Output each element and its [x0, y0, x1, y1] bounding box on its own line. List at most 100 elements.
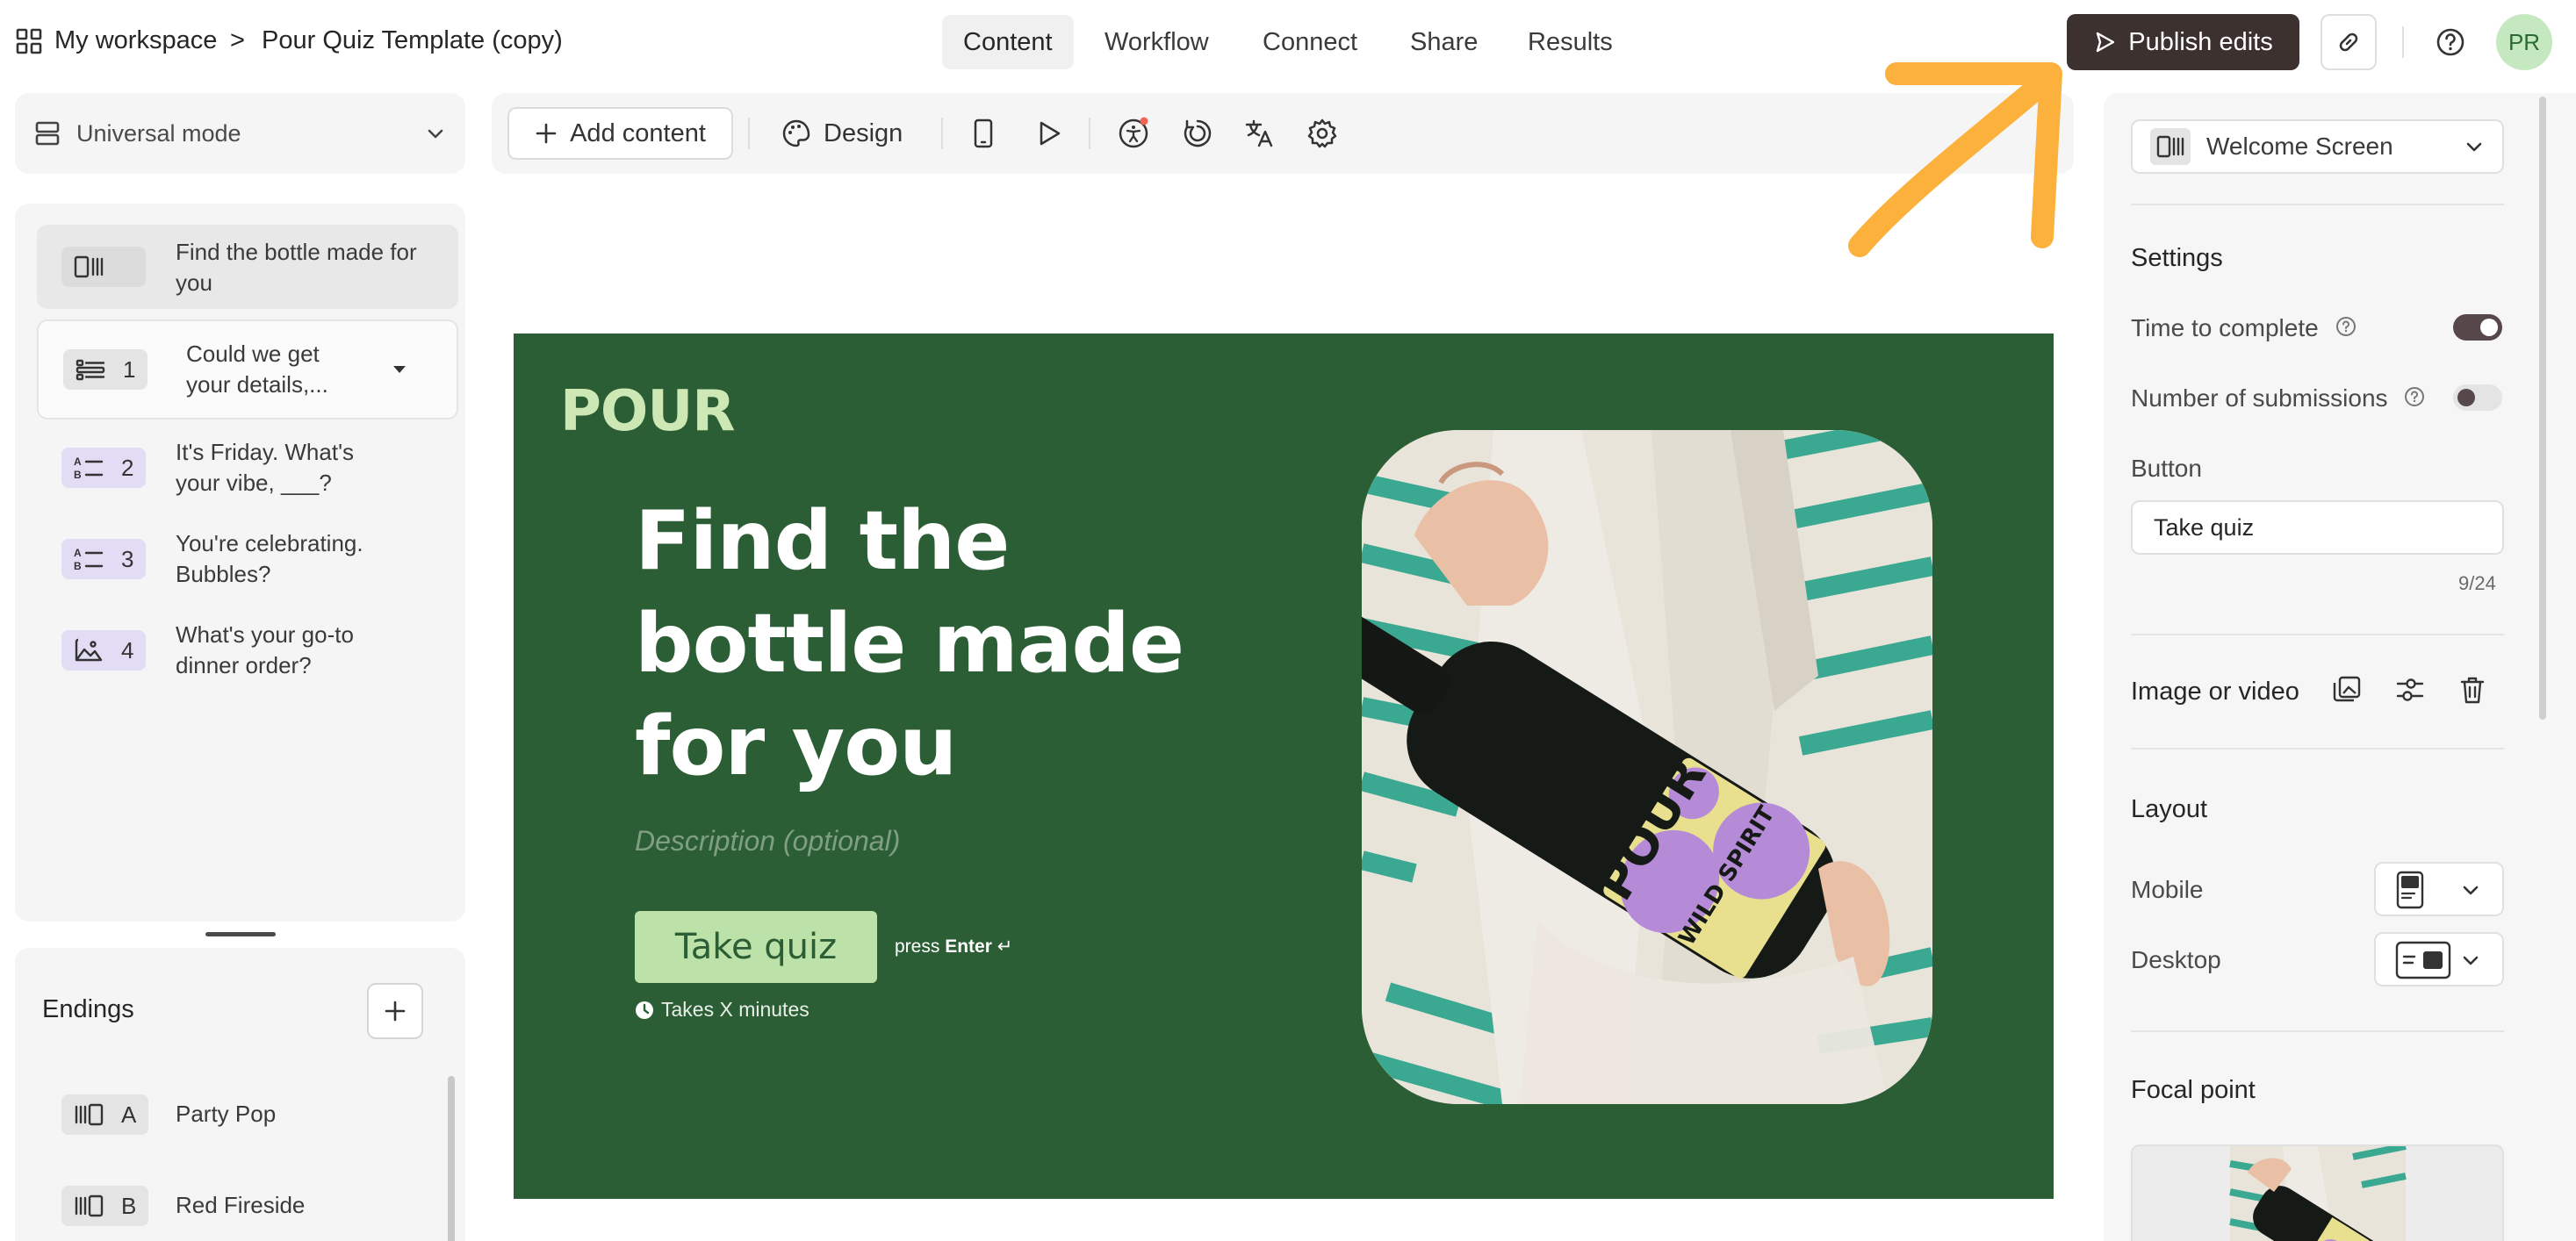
endings-scrollbar[interactable] — [448, 1076, 455, 1241]
brand-logo: POUR — [560, 379, 736, 444]
question-badge: AB 2 — [61, 448, 147, 488]
design-label: Design — [824, 118, 903, 147]
tab-content[interactable]: Content — [942, 15, 1074, 69]
welcome-image[interactable]: POUR WILD SPIRIT — [1362, 430, 1932, 1104]
mobile-layout-icon — [2395, 871, 2425, 909]
chevron-down-icon — [2460, 879, 2481, 900]
tab-workflow[interactable]: Workflow — [1083, 15, 1230, 69]
mobile-layout-select[interactable] — [2374, 862, 2504, 916]
submissions-label: Number of submissions — [2131, 384, 2388, 412]
question-number: 2 — [121, 454, 134, 481]
add-content-button[interactable]: Add content — [507, 107, 733, 160]
ending-screen-icon — [74, 1102, 104, 1127]
add-ending-button[interactable] — [367, 983, 423, 1039]
time-hint-text: Takes X minutes — [661, 998, 809, 1021]
delete-image-icon[interactable] — [2457, 674, 2488, 706]
svg-text:B: B — [74, 560, 82, 572]
tab-results[interactable]: Results — [1507, 15, 1634, 69]
endings-title: Endings — [42, 995, 134, 1023]
screen-type-select[interactable]: Welcome Screen — [2131, 119, 2504, 174]
ending-item-a[interactable]: A Party Pop — [37, 1072, 458, 1157]
ending-label: Red Fireside — [176, 1192, 306, 1218]
avatar[interactable]: PR — [2496, 14, 2552, 70]
publish-label: Publish edits — [2128, 27, 2273, 56]
welcome-screen-badge — [61, 247, 146, 287]
question-badge: AB 3 — [61, 539, 147, 579]
divider — [2131, 634, 2504, 635]
take-quiz-button[interactable]: Take quiz — [635, 911, 877, 983]
design-button[interactable]: Design — [781, 109, 903, 158]
question-item-1[interactable]: 1 Could we get your details,... — [37, 319, 458, 420]
press-text: press — [895, 936, 940, 957]
question-number: 4 — [121, 636, 134, 664]
resize-handle[interactable] — [205, 932, 276, 936]
ending-letter: B — [121, 1192, 137, 1219]
ending-label: Party Pop — [176, 1101, 277, 1127]
question-label: Could we get your details,... — [186, 341, 328, 398]
toolbar-divider — [941, 118, 943, 149]
chevron-down-icon — [2464, 136, 2485, 157]
toolbar-divider — [1089, 118, 1090, 149]
replace-image-icon[interactable] — [2331, 674, 2363, 706]
desktop-layout-select[interactable] — [2374, 932, 2504, 986]
publish-button[interactable]: Publish edits — [2067, 14, 2299, 70]
caret-down-icon[interactable] — [390, 360, 409, 379]
layout-title: Layout — [2131, 795, 2208, 823]
form-canvas[interactable]: POUR Find the bottle made for you Descri… — [514, 334, 2054, 1199]
tab-connect[interactable]: Connect — [1241, 15, 1378, 69]
info-icon[interactable] — [2404, 386, 2425, 407]
divider — [2131, 748, 2504, 750]
breadcrumb-workspace[interactable]: My workspace — [54, 26, 217, 55]
ending-badge: B — [61, 1186, 149, 1226]
toolbar-divider — [748, 118, 750, 149]
top-bar: My workspace > Pour Quiz Template (copy)… — [0, 0, 2576, 84]
description-placeholder[interactable]: Description (optional) — [635, 825, 900, 857]
image-video-title: Image or video — [2131, 678, 2299, 706]
enter-key-text: Enter — [945, 936, 992, 957]
time-to-complete-toggle[interactable] — [2453, 314, 2502, 341]
svg-text:B: B — [74, 469, 82, 481]
mode-selector[interactable]: Universal mode — [15, 93, 465, 174]
question-item-welcome[interactable]: Find the bottle made for you — [37, 225, 458, 309]
divider — [2402, 26, 2404, 58]
tab-share[interactable]: Share — [1389, 15, 1499, 69]
copy-link-button[interactable] — [2321, 14, 2377, 70]
add-content-label: Add content — [570, 118, 706, 147]
mobile-preview-icon[interactable] — [964, 114, 1003, 153]
chevron-down-icon — [2460, 950, 2481, 971]
welcome-screen-icon — [2150, 128, 2191, 165]
button-text-input[interactable]: Take quiz — [2131, 500, 2504, 555]
accessibility-icon[interactable] — [1114, 114, 1153, 153]
submissions-toggle[interactable] — [2453, 384, 2502, 411]
question-label: It's Friday. What's your vibe, ___? — [176, 439, 355, 496]
question-list: Find the bottle made for you 1 Could we … — [15, 204, 465, 922]
help-button[interactable] — [2428, 19, 2473, 65]
plus-icon — [535, 122, 558, 145]
question-label: What's your go-to dinner order? — [176, 621, 354, 678]
plus-icon — [383, 999, 407, 1023]
divider — [2131, 1030, 2504, 1032]
adjust-image-icon[interactable] — [2394, 674, 2426, 706]
multiple-choice-icon: AB — [74, 455, 104, 481]
palette-icon — [781, 118, 811, 148]
link-icon — [2335, 29, 2362, 55]
settings-gear-icon[interactable] — [1303, 114, 1342, 153]
info-icon[interactable] — [2335, 316, 2357, 337]
question-item-2[interactable]: AB 2 It's Friday. What's your vibe, ___? — [37, 428, 458, 509]
form-title[interactable]: Pour Quiz Template (copy) — [262, 26, 563, 55]
logic-icon[interactable] — [1178, 114, 1217, 153]
focal-point-picker[interactable] — [2131, 1144, 2504, 1241]
question-item-4[interactable]: 4 What's your go-to dinner order? — [37, 611, 458, 692]
svg-text:A: A — [74, 547, 82, 559]
welcome-headline[interactable]: Find the bottle made for you — [635, 490, 1267, 798]
time-to-complete-label: Time to complete — [2131, 314, 2319, 341]
question-badge: 4 — [61, 630, 147, 671]
ending-item-b[interactable]: B Red Fireside — [37, 1164, 458, 1241]
play-preview-icon[interactable] — [1029, 114, 1068, 153]
settings-scrollbar[interactable] — [2539, 97, 2546, 720]
apps-grid-icon[interactable] — [16, 28, 42, 54]
highlight-arrow — [1844, 61, 2072, 263]
question-item-3[interactable]: AB 3 You're celebrating. Bubbles? — [37, 520, 458, 600]
desktop-layout-icon — [2395, 941, 2451, 979]
translate-icon[interactable] — [1240, 114, 1278, 153]
